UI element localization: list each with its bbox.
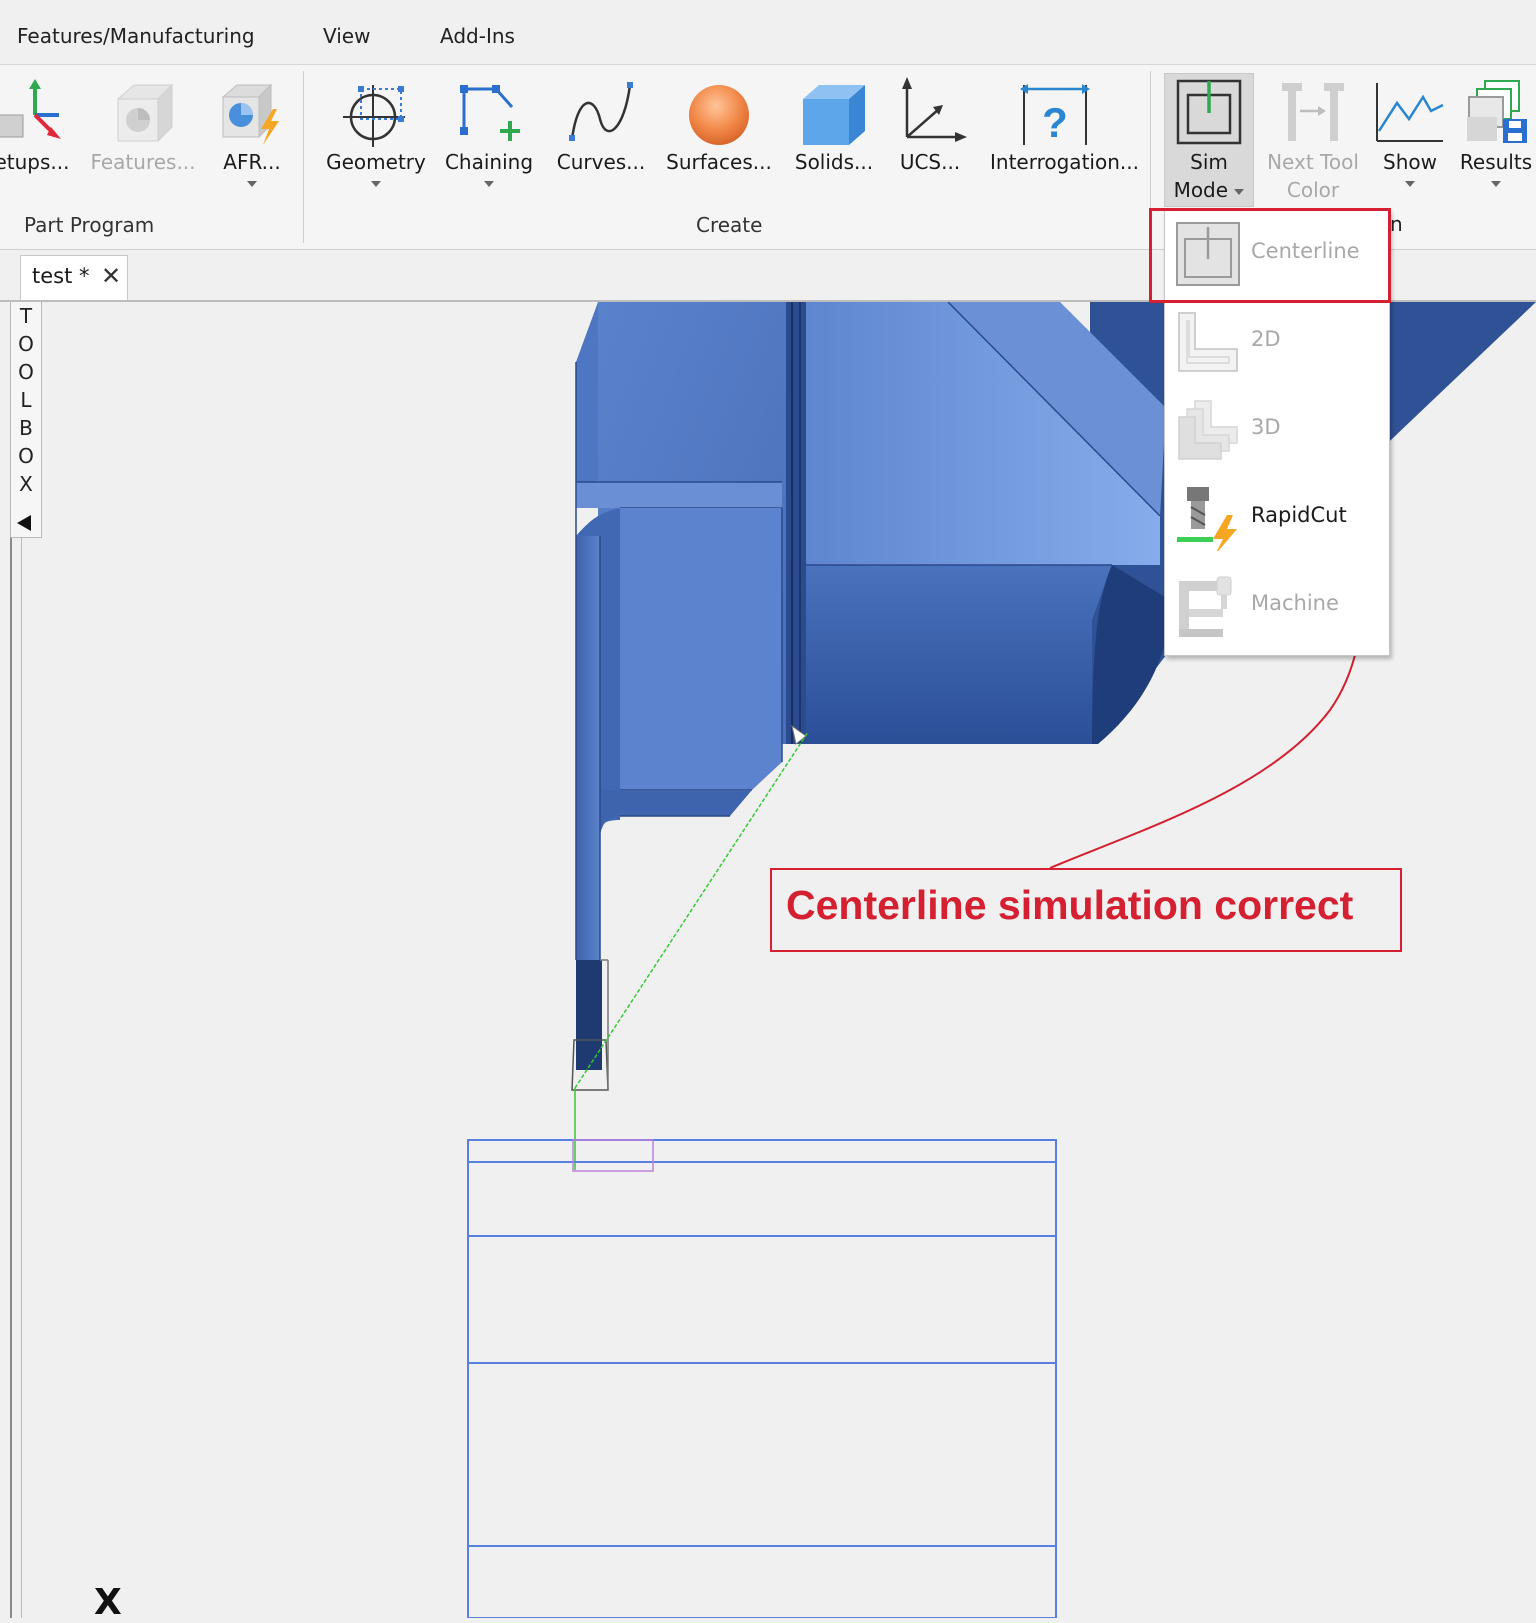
curves-label: Curves... [556, 150, 646, 174]
chaining-icon [452, 75, 526, 149]
menu-bar: Features/Manufacturing View Add-Ins [0, 0, 1536, 65]
holder-left-chamfer [576, 302, 598, 482]
chaining-dropdown-caret [484, 181, 494, 187]
toolbox-collapse-arrow-icon[interactable] [17, 515, 31, 531]
tool-insert [576, 960, 602, 1070]
interrogation-label: Interrogation... [990, 150, 1139, 174]
close-icon[interactable]: ✕ [101, 262, 121, 290]
rapidcut-icon [1175, 485, 1241, 551]
centerline-highlight-box [1149, 208, 1391, 303]
setups-button[interactable]: etups... [0, 65, 72, 205]
tab-test[interactable]: test * ✕ [20, 255, 128, 300]
results-label: Results [1459, 150, 1533, 174]
show-button[interactable]: Show [1370, 65, 1450, 205]
features-icon [106, 75, 180, 149]
tool-shank [576, 536, 600, 960]
surfaces-button[interactable]: Surfaces... [666, 65, 772, 205]
toolbox-rail [10, 538, 22, 1618]
toolbox-letter: O [18, 332, 34, 356]
group-label-partial: n [1390, 212, 1403, 236]
group-separator [303, 71, 304, 243]
sim-mode-icon [1172, 75, 1246, 149]
results-button[interactable]: Results [1456, 65, 1536, 205]
setups-axis-icon [0, 75, 69, 149]
afr-label: AFR... [223, 150, 281, 174]
viewport-axis-label: X [94, 1582, 122, 1623]
3d-label: 3D [1251, 415, 1281, 439]
sim-mode-button[interactable]: Sim Mode [1164, 65, 1254, 205]
sim-mode-item-2d[interactable]: 2D [1165, 299, 1391, 385]
interrogation-icon: ? [1018, 75, 1092, 149]
show-graph-icon [1373, 75, 1447, 149]
2d-label: 2D [1251, 327, 1281, 351]
menu-add-ins[interactable]: Add-Ins [440, 24, 515, 48]
menu-features-manufacturing[interactable]: Features/Manufacturing [17, 24, 255, 48]
geometry-label: Geometry [326, 150, 426, 174]
results-dropdown-caret [1491, 181, 1501, 187]
sim-mode-item-machine[interactable]: Machine [1165, 563, 1391, 649]
chevron-down-icon [1234, 188, 1245, 195]
toolbox-letter: L [20, 388, 32, 412]
holder-ledge [576, 482, 782, 508]
results-icon [1459, 75, 1533, 149]
machine-icon [1175, 573, 1241, 639]
svg-text:?: ? [1042, 99, 1068, 146]
toolbox-letter: T [19, 304, 33, 328]
toolbox-letter: O [18, 360, 34, 384]
toolbox-letter: B [19, 416, 33, 440]
curves-button[interactable]: Curves... [557, 65, 645, 205]
afr-button[interactable]: AFR... [212, 65, 292, 205]
chaining-button[interactable]: Chaining [445, 65, 533, 205]
toolbox-letter: X [19, 472, 33, 496]
features-label: Features... [90, 150, 196, 174]
cut-region-marker [572, 1139, 654, 1172]
2d-icon [1175, 309, 1241, 375]
holder-lower-face [806, 565, 1112, 744]
interrogation-button[interactable]: ? Interrogation... [990, 65, 1139, 205]
machine-label: Machine [1251, 591, 1339, 615]
sim-mode-item-3d[interactable]: 3D [1165, 387, 1391, 473]
annotation-callout: Centerline simulation correct [770, 868, 1402, 952]
next-tool-color-label-line2: Color [1286, 178, 1340, 202]
surfaces-label: Surfaces... [666, 150, 772, 174]
tab-test-label: test * [32, 264, 90, 288]
chaining-label: Chaining [444, 150, 534, 174]
geometry-button[interactable]: Geometry [326, 65, 426, 205]
holder-pocket [620, 508, 782, 790]
afr-icon [215, 75, 289, 149]
toolbox-panel[interactable]: T O O L B O X [10, 302, 42, 538]
geometry-icon [339, 75, 413, 149]
group-label-create: Create [696, 213, 763, 237]
rapidcut-label: RapidCut [1251, 503, 1347, 527]
solids-cube-icon [797, 75, 871, 149]
geometry-dropdown-caret [371, 181, 381, 187]
next-tool-color-icon [1276, 75, 1350, 149]
afr-dropdown-caret [247, 181, 257, 187]
menu-view[interactable]: View [323, 24, 370, 48]
solids-button[interactable]: Solids... [794, 65, 874, 205]
ucs-button[interactable]: UCS... [890, 65, 970, 205]
sim-mode-item-rapidcut[interactable]: RapidCut [1165, 475, 1391, 561]
3d-icon [1175, 397, 1241, 463]
next-tool-color-button[interactable]: Next Tool Color [1267, 65, 1359, 205]
group-label-part-program: Part Program [24, 213, 155, 237]
features-button[interactable]: Features... [90, 65, 196, 205]
toolbox-letter: O [18, 444, 34, 468]
setups-label: etups... [0, 150, 70, 174]
ucs-axes-icon [893, 75, 967, 149]
curves-icon [564, 75, 638, 149]
holder-seam [786, 302, 806, 744]
annotation-text: Centerline simulation correct [786, 882, 1354, 928]
surfaces-sphere-icon [682, 75, 756, 149]
show-dropdown-caret [1405, 181, 1415, 187]
ucs-label: UCS... [899, 150, 961, 174]
